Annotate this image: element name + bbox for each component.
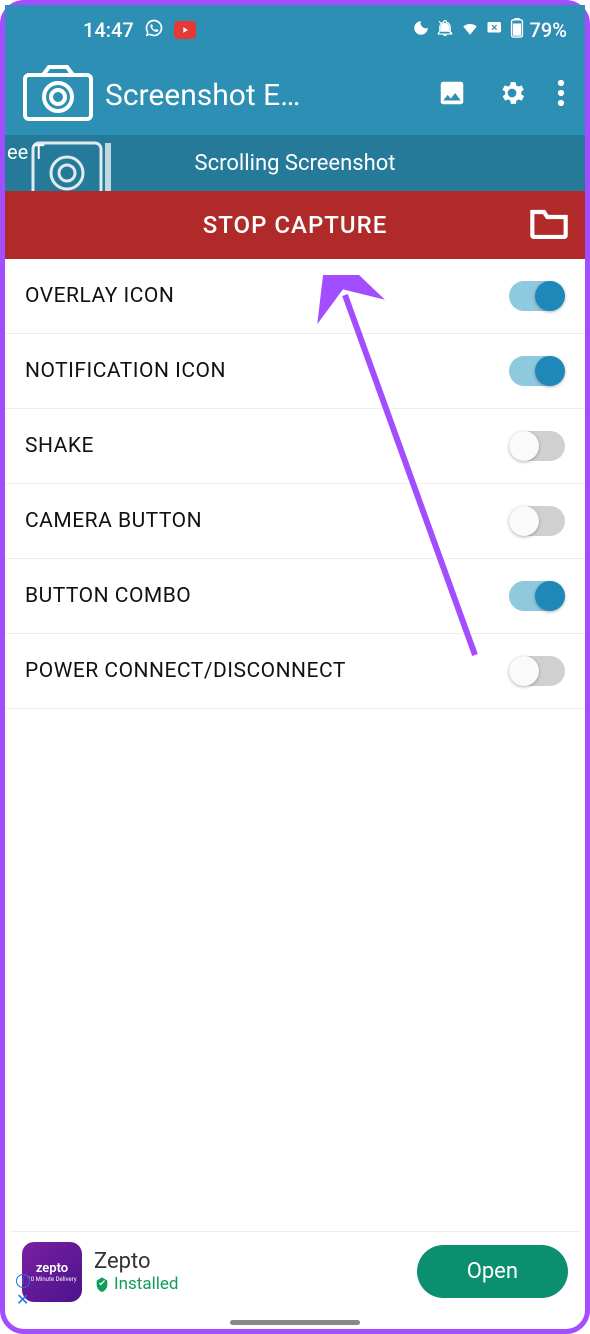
toggle-switch[interactable] <box>509 356 565 386</box>
toggle-switch[interactable] <box>509 581 565 611</box>
settings-label: BUTTON COMBO <box>25 584 191 608</box>
status-time: 14:47 <box>83 18 134 42</box>
home-indicator[interactable] <box>230 1320 360 1325</box>
battery-percent: 79% <box>530 18 567 42</box>
wifi-icon <box>460 18 480 42</box>
settings-row: OVERLAY ICON <box>5 259 585 334</box>
gear-icon[interactable] <box>497 78 527 112</box>
ad-open-button[interactable]: Open <box>417 1245 568 1298</box>
settings-label: POWER CONNECT/DISCONNECT <box>25 659 346 683</box>
settings-row: BUTTON COMBO <box>5 559 585 634</box>
sub-bar[interactable]: ee T Scrolling Screenshot <box>5 135 585 191</box>
stop-capture-button[interactable]: STOP CAPTURE <box>5 191 585 259</box>
ad-banner[interactable]: i ✕ zepto 10 Minute Delivery Zepto Insta… <box>10 1231 580 1311</box>
app-title: Screenshot E… <box>105 78 437 113</box>
app-bar: Screenshot E… <box>5 55 585 135</box>
toggle-switch[interactable] <box>509 506 565 536</box>
settings-label: SHAKE <box>25 434 94 458</box>
ad-title: Zepto <box>94 1249 417 1274</box>
ad-info-icon[interactable]: i ✕ <box>16 1274 30 1309</box>
youtube-icon <box>174 21 196 39</box>
battery-icon <box>510 18 524 43</box>
svg-text:ee T: ee T <box>7 140 45 164</box>
whatsapp-icon <box>144 18 164 43</box>
silent-icon <box>436 18 454 42</box>
ad-app-icon: zepto 10 Minute Delivery <box>22 1242 82 1302</box>
settings-row: SHAKE <box>5 409 585 484</box>
settings-label: CAMERA BUTTON <box>25 509 202 533</box>
camera-logo-icon <box>23 65 93 125</box>
toggle-switch[interactable] <box>509 656 565 686</box>
toggle-switch[interactable] <box>509 281 565 311</box>
ad-installed-label: Installed <box>94 1274 417 1294</box>
sub-bar-label: Scrolling Screenshot <box>195 151 396 176</box>
status-bar: 14:47 ✕ 79% <box>5 5 585 55</box>
settings-label: OVERLAY ICON <box>25 284 174 308</box>
toggle-switch[interactable] <box>509 431 565 461</box>
settings-row: POWER CONNECT/DISCONNECT <box>5 634 585 709</box>
moon-icon <box>412 18 430 42</box>
more-icon[interactable] <box>557 78 565 112</box>
svg-text:✕: ✕ <box>490 23 497 33</box>
settings-row: CAMERA BUTTON <box>5 484 585 559</box>
gallery-icon[interactable] <box>437 78 467 112</box>
signal-icon: ✕ <box>486 18 504 42</box>
settings-row: NOTIFICATION ICON <box>5 334 585 409</box>
folder-icon[interactable] <box>529 205 569 245</box>
settings-label: NOTIFICATION ICON <box>25 359 226 383</box>
stop-capture-label: STOP CAPTURE <box>203 211 388 239</box>
settings-list: OVERLAY ICON NOTIFICATION ICON SHAKE CAMERA… <box>5 259 585 709</box>
